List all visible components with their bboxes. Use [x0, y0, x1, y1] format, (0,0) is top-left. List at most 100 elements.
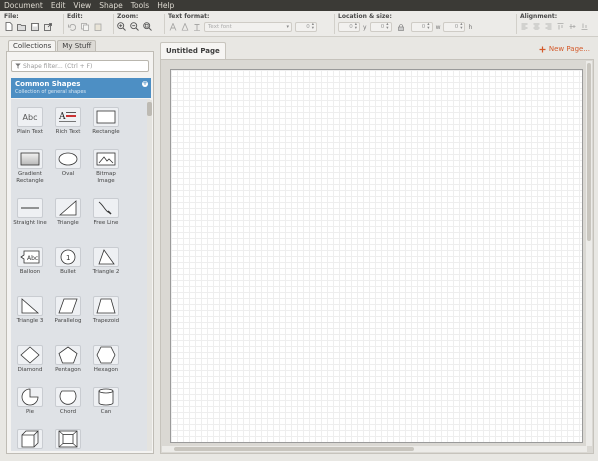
- menu-document[interactable]: Document: [4, 1, 43, 10]
- triangle-2-icon: [93, 247, 119, 267]
- shape-bitmap-image[interactable]: Bitmap Image: [89, 149, 123, 197]
- spinner-arrows-icon[interactable]: ▴ ▾: [460, 22, 462, 31]
- shape-pentagon[interactable]: Pentagon: [51, 345, 85, 393]
- align-bottom-icon[interactable]: [580, 22, 589, 31]
- align-left-icon[interactable]: [520, 22, 529, 31]
- shape-triangle-3[interactable]: Triangle 3: [13, 296, 47, 344]
- straight-line-icon: [17, 198, 43, 218]
- text-background-icon[interactable]: [180, 23, 189, 32]
- menubar: Document Edit View Shape Tools Help: [0, 0, 598, 11]
- toolbar-separator: [516, 14, 517, 34]
- shape-list-scrollbar[interactable]: [147, 100, 152, 451]
- y-spinner[interactable]: 0 ▴ ▾: [369, 22, 392, 32]
- open-folder-icon[interactable]: [17, 22, 26, 31]
- undo-icon[interactable]: [67, 22, 76, 31]
- shape-hexagon[interactable]: Hexagon: [89, 345, 123, 393]
- align-center-icon[interactable]: [532, 22, 541, 31]
- shape-gradient-rectangle[interactable]: Gradient Rectangle: [13, 149, 47, 197]
- toolbar-separator: [63, 14, 64, 34]
- shape-filter-input[interactable]: Shape filter... (Ctrl + F): [11, 60, 149, 72]
- scrollbar-thumb[interactable]: [147, 102, 152, 116]
- alignment-label: Alignment:: [520, 13, 558, 20]
- parallelogram-icon: [55, 296, 81, 316]
- shape-cube[interactable]: [13, 429, 47, 451]
- text-style-icon[interactable]: [192, 23, 201, 32]
- spinner-arrows-icon[interactable]: ▴ ▾: [427, 22, 429, 31]
- pie-icon: [17, 387, 43, 407]
- shape-frame[interactable]: [51, 429, 85, 451]
- toolbar-separator: [164, 14, 165, 34]
- zoom-out-icon[interactable]: [130, 22, 139, 31]
- text-color-icon[interactable]: [168, 23, 177, 32]
- tab-untitled-page[interactable]: Untitled Page: [160, 42, 226, 59]
- copy-icon[interactable]: [80, 22, 89, 31]
- zoom-fit-icon[interactable]: [143, 22, 152, 31]
- shape-plain-text[interactable]: Abc Plain Text: [13, 107, 47, 155]
- zoom-in-icon[interactable]: [117, 22, 126, 31]
- spinner-arrows-icon[interactable]: ▴ ▾: [386, 22, 388, 31]
- zoom-group: Zoom:: [117, 13, 163, 35]
- shape-chord[interactable]: Chord: [51, 387, 85, 435]
- spinner-arrows-icon[interactable]: ▴ ▾: [355, 22, 357, 31]
- menu-tools[interactable]: Tools: [131, 1, 149, 10]
- location-size-group: Location & size: 0 ▴ ▾ y 0 ▴ ▾ 0 ▴ ▾ w 0 ▴ ▾…: [338, 13, 514, 35]
- shape-oval[interactable]: Oval: [51, 149, 85, 197]
- shape-rich-text[interactable]: A Rich Text: [51, 107, 85, 155]
- align-right-icon[interactable]: [544, 22, 553, 31]
- scrollbar-thumb[interactable]: [174, 447, 414, 451]
- collections-panel: Collections My Stuff Shape filter... (Ct…: [6, 40, 154, 454]
- canvas-horizontal-scrollbar[interactable]: [162, 446, 587, 452]
- shape-name: Balloon: [19, 269, 41, 275]
- collection-info-icon[interactable]: +: [142, 81, 148, 87]
- height-label: h: [468, 23, 473, 31]
- shape-pie[interactable]: Pie: [13, 387, 47, 435]
- shape-straight-line[interactable]: Straight line: [13, 198, 47, 246]
- shape-free-line[interactable]: Free Line: [89, 198, 123, 246]
- shape-rectangle[interactable]: Rectangle: [89, 107, 123, 155]
- align-top-icon[interactable]: [556, 22, 565, 31]
- new-page-button[interactable]: New Page...: [539, 45, 590, 53]
- free-line-icon: [93, 198, 119, 218]
- align-middle-icon[interactable]: [568, 22, 577, 31]
- hexagon-icon: [93, 345, 119, 365]
- x-spinner[interactable]: 0 ▴ ▾: [338, 22, 360, 32]
- shape-balloon[interactable]: Abc Balloon: [13, 247, 47, 295]
- export-icon[interactable]: [43, 22, 52, 31]
- shape-bullet[interactable]: 1 Bullet: [51, 247, 85, 295]
- font-size-spinner[interactable]: 0 ▴ ▾: [295, 22, 317, 32]
- panel-body: Shape filter... (Ctrl + F) Common Shapes…: [6, 51, 154, 454]
- menu-edit[interactable]: Edit: [51, 1, 66, 10]
- lock-icon[interactable]: [397, 23, 406, 32]
- shape-name: Trapezoid: [92, 318, 120, 324]
- shape-name: Chord: [59, 409, 77, 415]
- width-spinner[interactable]: 0 ▴ ▾: [410, 22, 433, 32]
- collection-header[interactable]: Common Shapes Collection of general shap…: [11, 78, 151, 98]
- alignment-group: Alignment:: [520, 13, 596, 35]
- drawing-page[interactable]: [170, 69, 583, 443]
- shape-triangle[interactable]: Triangle: [51, 198, 85, 246]
- canvas-vertical-scrollbar[interactable]: [586, 61, 592, 446]
- shape-triangle-2[interactable]: Triangle 2: [89, 247, 123, 295]
- menu-help[interactable]: Help: [157, 1, 174, 10]
- shape-can[interactable]: Can: [89, 387, 123, 435]
- shape-name: Gradient Rectangle: [16, 171, 44, 184]
- shape-name: Triangle 3: [16, 318, 44, 324]
- font-family-select[interactable]: Text font ▾: [204, 22, 292, 32]
- menu-view[interactable]: View: [73, 1, 91, 10]
- chord-icon: [55, 387, 81, 407]
- spinner-arrows-icon[interactable]: ▴ ▾: [312, 22, 314, 31]
- rich-text-icon: A: [55, 107, 81, 127]
- paste-icon[interactable]: [93, 22, 102, 31]
- height-spinner[interactable]: 0 ▴ ▾: [443, 22, 466, 32]
- zoom-label: Zoom:: [117, 13, 139, 20]
- menu-shape[interactable]: Shape: [99, 1, 123, 10]
- shape-diamond[interactable]: Diamond: [13, 345, 47, 393]
- scrollbar-thumb[interactable]: [587, 63, 591, 241]
- new-document-icon[interactable]: [4, 22, 13, 31]
- new-page-label: New Page...: [548, 45, 590, 53]
- save-icon[interactable]: [30, 22, 39, 31]
- cube-icon: [17, 429, 43, 449]
- shape-parallelogram[interactable]: Parallelog: [51, 296, 85, 344]
- shape-trapezoid[interactable]: Trapezoid: [89, 296, 123, 344]
- pentagon-icon: [55, 345, 81, 365]
